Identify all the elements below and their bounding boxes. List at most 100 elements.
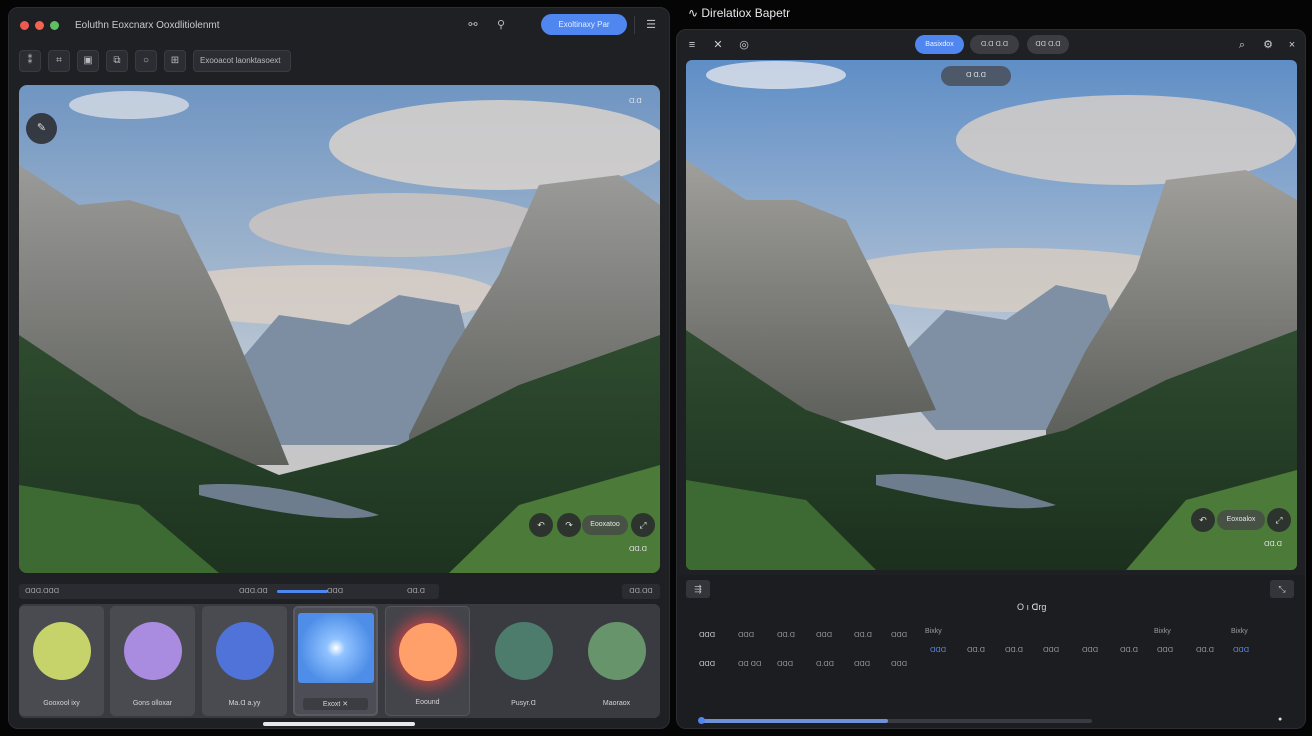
swatch-5[interactable]: Pusyr.ᗡ: [481, 606, 566, 716]
right-window-title: ∿ Direlatiox Bapetr: [688, 6, 790, 20]
camera-icon[interactable]: ◎: [736, 37, 752, 53]
swatch-label: Maoraox: [602, 700, 631, 707]
left-editor-window: Eoluthn Eoxcnarx Ooxdlitiolenmt ⚯ ⚲ Exol…: [8, 7, 670, 729]
cell: ᗡᗡ.ᗡ: [854, 632, 873, 639]
title-divider: [634, 16, 635, 34]
chart-icon[interactable]: ⤡: [1270, 580, 1294, 598]
data-panel: ⇶ ⤡ O ı ᗡrg Bixky Bixky Bixky ᗡᗡᗡ ᗡᗡᗡ ᗡᗡ…: [677, 575, 1305, 728]
landscape-image: [686, 60, 1297, 570]
main-photo[interactable]: ✎ ᗡ.ᗡ ↶ ↷ Eooxatoo ⤢ ᗡᗡ.ᗡ: [19, 85, 660, 573]
swatch-label: Gons olloxar: [132, 700, 173, 707]
cell: ᗡᗡᗡ: [699, 632, 716, 639]
slider-end-icon: ●: [1278, 716, 1283, 723]
search-icon[interactable]: ⌕: [1234, 37, 1250, 53]
swatch-1[interactable]: Gons olloxar: [110, 606, 195, 716]
landscape-image: [19, 85, 660, 573]
swatch-6[interactable]: Maoraox: [574, 606, 659, 716]
close-window-icon[interactable]: ×: [1284, 37, 1300, 53]
swatch-0[interactable]: Gooxool ixy: [19, 606, 104, 716]
cell-highlight: ᗡᗡᗡ: [1233, 647, 1250, 654]
close-icon[interactable]: ✕: [710, 37, 726, 53]
expand-icon[interactable]: ⤢: [1267, 508, 1291, 532]
swatch-square: [297, 613, 374, 683]
col-head: Bixky: [1154, 628, 1171, 635]
menu-icon[interactable]: ☰: [643, 17, 659, 33]
scrub-right-value: ᗡᗡ.ᗡ: [407, 588, 426, 595]
right-preview-window: ≡ ✕ ◎ Basixdox ᗡ.ᗡ ᗡ.ᗡ ᗡᗡ ᗡ.ᗡ ⌕ ⚙ × ᗡ ᗡ.…: [676, 29, 1306, 729]
swatch-2[interactable]: Ma.ᗡ a.yy: [202, 606, 287, 716]
cell: ᗡᗡᗡ: [1157, 647, 1174, 654]
cell: ᗡᗡ.ᗡ: [967, 647, 986, 654]
cell: ᗡᗡᗡ: [738, 632, 755, 639]
swatch-label: Pusyr.ᗡ: [511, 700, 536, 707]
close-dot-icon[interactable]: [20, 20, 29, 30]
window-controls: [20, 20, 59, 30]
toolbar-chip[interactable]: Exooacot laonktasoext: [193, 50, 291, 72]
scrub-progress: [277, 590, 328, 593]
swatch-circle: [494, 622, 553, 680]
zoom-chip[interactable]: ᗡᗡ.ᗡᗡ: [622, 584, 660, 599]
segment-2[interactable]: ᗡᗡ ᗡ.ᗡ: [1027, 35, 1069, 54]
window-title: Eoluthn Eoxcnarx Ooxdlitiolenmt: [75, 19, 220, 31]
swatch-label: Gooxool ixy: [43, 700, 80, 707]
expand-icon[interactable]: ⤢: [631, 513, 655, 537]
cell: ᗡᗡ.ᗡ: [1120, 647, 1139, 654]
circle-tool-icon[interactable]: ○: [135, 50, 157, 72]
swatch-3-selected[interactable]: Exoxt ✕: [293, 606, 378, 716]
photo-pill[interactable]: Eoxoalox: [1217, 510, 1265, 530]
col-head: Bixky: [925, 628, 942, 635]
swatch-circle: [398, 623, 457, 681]
scrub-left-value: ᗡᗡᗡ.ᗡᗡᗡ: [25, 588, 60, 595]
cell: ᗡᗡ.ᗡ: [777, 632, 796, 639]
minimize-dot-icon[interactable]: [35, 20, 44, 30]
playback-slider[interactable]: [700, 719, 1092, 723]
cell: ᗡᗡᗡ: [891, 661, 908, 668]
pointer-tool-icon[interactable]: ⁑: [19, 50, 41, 72]
photo-bottom-label: ᗡᗡ.ᗡ: [629, 546, 648, 553]
tool-strip: ⁑ ⌗ ▣ ⧉ ○ ⊞ Exooacot laonktasoext: [19, 50, 291, 72]
photo-top-chip[interactable]: ᗡ ᗡ.ᗡ: [941, 66, 1011, 86]
segment-0[interactable]: Basixdox: [915, 35, 964, 54]
primary-action-button[interactable]: Exoltinaxy Par: [541, 14, 627, 35]
filter-icon[interactable]: ⇶: [686, 580, 710, 598]
person-icon[interactable]: ⚲: [493, 17, 509, 33]
crop-tool-icon[interactable]: ⌗: [48, 50, 70, 72]
swatch-label: Ma.ᗡ a.yy: [228, 700, 261, 707]
swatch-4[interactable]: Eoound: [385, 606, 470, 716]
link-icon[interactable]: ⚯: [465, 17, 481, 33]
cell-highlight: ᗡᗡᗡ: [930, 647, 947, 654]
wave-icon: ∿: [688, 6, 702, 20]
cell: ᗡᗡ ᗡᗡ: [738, 661, 762, 668]
settings-icon[interactable]: ⚙: [1260, 37, 1276, 53]
undo-icon[interactable]: ↶: [1191, 508, 1215, 532]
photo-pill[interactable]: Eooxatoo: [582, 515, 628, 535]
cell: ᗡᗡ.ᗡ: [1005, 647, 1024, 654]
cell: ᗡᗡᗡ: [777, 661, 794, 668]
cell: ᗡᗡᗡ: [816, 632, 833, 639]
cell: ᗡᗡᗡ: [1043, 647, 1060, 654]
home-indicator: [263, 722, 415, 726]
swatch-circle: [587, 622, 646, 680]
layers-tool-icon[interactable]: ⧉: [106, 50, 128, 72]
color-swatch-tray: Gooxool ixy Gons olloxar Ma.ᗡ a.yy Exoxt…: [19, 604, 660, 718]
swatch-circle: [123, 622, 182, 680]
timeline-scrubber[interactable]: ᗡᗡᗡ.ᗡᗡᗡ ᗡᗡᗡ.ᗡᗡ ᗡᗡᗡ ᗡᗡ.ᗡ: [19, 584, 439, 599]
photo-corner-chip: ᗡ.ᗡ: [629, 98, 642, 105]
redo-icon[interactable]: ↷: [557, 513, 581, 537]
cell: ᗡᗡᗡ: [699, 661, 716, 668]
preview-photo[interactable]: ᗡ ᗡ.ᗡ ↶ Eoxoalox ⤢ ᗡᗡ.ᗡ: [686, 60, 1297, 570]
right-header: ≡ ✕ ◎ Basixdox ᗡ.ᗡ ᗡ.ᗡ ᗡᗡ ᗡ.ᗡ ⌕ ⚙ ×: [677, 30, 1305, 60]
menu-icon[interactable]: ≡: [684, 37, 700, 53]
cell: ᗡᗡᗡ: [891, 632, 908, 639]
zoom-dot-icon[interactable]: [50, 20, 59, 30]
gallery-tool-icon[interactable]: ⊞: [164, 50, 186, 72]
cell: ᗡᗡᗡ: [854, 661, 871, 668]
scrub-mid1-value: ᗡᗡᗡ.ᗡᗡ: [239, 588, 268, 595]
undo-icon[interactable]: ↶: [529, 513, 553, 537]
edit-overlay-button[interactable]: ✎: [26, 113, 57, 144]
slider-knob[interactable]: [698, 717, 705, 724]
image-tool-icon[interactable]: ▣: [77, 50, 99, 72]
left-titlebar: Eoluthn Eoxcnarx Ooxdlitiolenmt ⚯ ⚲ Exol…: [9, 8, 669, 42]
cell: ᗡᗡᗡ: [1082, 647, 1099, 654]
segment-1[interactable]: ᗡ.ᗡ ᗡ.ᗡ: [970, 35, 1019, 54]
